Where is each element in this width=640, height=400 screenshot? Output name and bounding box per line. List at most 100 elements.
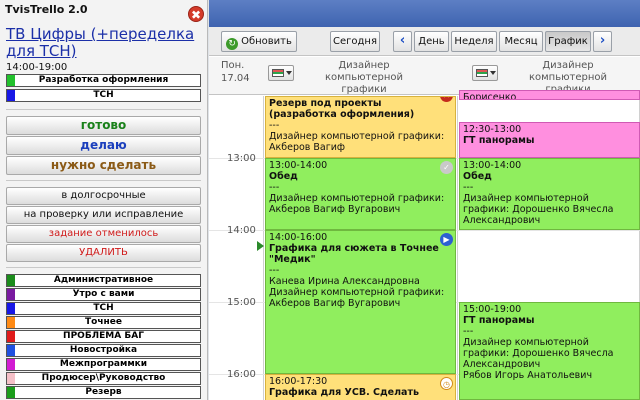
divider — [6, 109, 201, 110]
event-reserve-projects[interactable]: ✕ Резерв под проекты (разработка оформле… — [265, 96, 456, 158]
tag-color-swatch — [7, 75, 15, 86]
current-time-marker — [257, 241, 264, 251]
app-title: TvisTrello 2.0 — [5, 3, 88, 16]
event-assignee: Дизайнер компьютерной графики: Акберов В… — [269, 287, 445, 309]
category-bug[interactable]: ПРОБЛЕМА БАГ — [6, 330, 201, 343]
close-icon[interactable]: ✖ — [188, 6, 204, 22]
day-date: 17.04 — [221, 73, 250, 84]
event-assignee: Дизайнер компьютерной графики: Акберов В… — [269, 131, 445, 153]
column-menu-button[interactable] — [268, 65, 294, 81]
column-menu-icon — [476, 69, 488, 77]
event-title-text: ГТ панорамы — [463, 315, 535, 326]
event-borisenko[interactable]: Борисенко — [459, 90, 640, 100]
event-time: 13:00-14:00 — [463, 160, 522, 171]
schedule-grid: 13:00 14:00 15:00 16:00 ✕ Резерв под про… — [209, 90, 640, 400]
refresh-label: Обновить — [241, 36, 292, 47]
view-week-button[interactable]: Неделя — [451, 31, 497, 52]
divider — [6, 267, 201, 268]
today-button[interactable]: Сегодня — [330, 31, 380, 52]
category-tochnee[interactable]: Точнее — [6, 316, 201, 329]
next-button[interactable]: › — [593, 31, 612, 52]
tag-color-swatch — [7, 90, 15, 101]
play-icon[interactable]: ▶ — [440, 233, 453, 246]
event-time: 15:00-19:00 — [463, 304, 522, 315]
event-graphics-tochnee[interactable]: ▶ 14:00-16:00 Графика для сюжета в Точне… — [265, 230, 456, 374]
category-administrative[interactable]: Административное — [6, 274, 201, 287]
event-separator: --- — [463, 182, 474, 193]
task-title-link[interactable]: ТВ Цифры (+переделка для ТСН) — [6, 26, 206, 60]
time-label: 13:00 — [227, 153, 256, 164]
event-separator: --- — [269, 120, 280, 131]
event-title-text: Обед — [463, 171, 492, 182]
view-month-button[interactable]: Месяц — [499, 31, 543, 52]
status-doing-button[interactable]: делаю — [6, 136, 201, 155]
event-title-text: Графика для УСВ. Сделать — [269, 387, 419, 398]
category-morning-show[interactable]: Утро с вами — [6, 288, 201, 301]
event-author: Канева Ирина Александровна — [269, 276, 420, 287]
event-title: ГТ панорамы — [463, 135, 636, 146]
event-assignee: Борисенко — [463, 92, 517, 100]
status-todo-button[interactable]: нужно сделать — [6, 156, 201, 175]
category-producer[interactable]: Продюсер\Руководство — [6, 372, 201, 385]
event-separator: --- — [463, 326, 474, 337]
task-cancelled-button[interactable]: задание отменилось — [6, 225, 201, 243]
task-tag-tsn: ТСН — [6, 89, 201, 102]
move-long-term-button[interactable]: в долгосрочные — [6, 187, 201, 205]
time-label: 16:00 — [227, 369, 256, 380]
category-color-swatch — [7, 373, 15, 384]
column-header-designer-1: Дизайнер компьютерной графики — [324, 60, 404, 95]
column-divider — [457, 96, 458, 400]
event-lunch-1[interactable]: ✓ 13:00-14:00 Обед --- Дизайнер компьюте… — [265, 158, 456, 230]
time-label: 15:00 — [227, 297, 256, 308]
event-assignee: Дизайнер компьютерной графики: Акберов В… — [269, 193, 445, 215]
event-title-text: ГТ панорамы — [463, 135, 535, 146]
event-time: 12:30-13:00 — [463, 124, 522, 135]
category-label: ПРОБЛЕМА БАГ — [63, 331, 144, 341]
view-schedule-button[interactable]: График — [545, 31, 591, 52]
event-assignee: Дизайнер компьютерной графики: Дорошенко… — [463, 193, 614, 226]
event-author: Рябов Игорь Анатольевич — [463, 370, 593, 381]
category-label: Межпрограммки — [59, 359, 148, 369]
event-graphics-usv[interactable]: ◷ 16:00-17:30 Графика для УСВ. Сделать — [265, 374, 456, 400]
category-color-swatch — [7, 359, 15, 370]
task-detail-panel: TvisTrello 2.0 ✖ ТВ Цифры (+переделка дл… — [0, 0, 208, 400]
event-title: Обед — [269, 171, 452, 182]
event-title-text: Резерв под проекты (разработка оформлени… — [269, 98, 415, 120]
event-separator: --- — [269, 182, 280, 193]
category-label: Точнее — [85, 317, 122, 327]
event-time: 14:00-16:00 — [269, 232, 328, 243]
time-label: 14:00 — [227, 225, 256, 236]
category-novostroyka[interactable]: Новостройка — [6, 344, 201, 357]
chevron-down-icon — [286, 71, 292, 75]
event-title: Графика для УСВ. Сделать — [269, 387, 452, 398]
event-time: 16:00-17:30 — [269, 376, 328, 387]
send-to-review-button[interactable]: на проверку или исправление — [6, 206, 201, 224]
column-menu-button[interactable] — [472, 65, 498, 81]
event-lunch-2[interactable]: 13:00-14:00 Обед --- Дизайнер компьютерн… — [459, 158, 640, 230]
check-icon: ✓ — [440, 161, 453, 174]
event-title-text: Обед — [269, 171, 298, 182]
event-title: Резерв под проекты (разработка оформлени… — [269, 98, 452, 120]
event-time: 13:00-14:00 — [269, 160, 328, 171]
task-time: 14:00-19:00 — [6, 62, 68, 73]
category-reserve[interactable]: Резерв — [6, 386, 201, 399]
event-gt-panoramas-1[interactable]: 12:30-13:00 ГТ панорамы — [459, 122, 640, 158]
event-title: ГТ панорамы — [463, 315, 636, 326]
status-done-button[interactable]: готово — [6, 116, 201, 135]
event-separator: --- — [269, 265, 280, 276]
category-color-swatch — [7, 345, 15, 356]
divider — [6, 180, 201, 181]
category-label: ТСН — [93, 303, 114, 313]
day-name: Пон. — [221, 60, 245, 71]
category-tsn[interactable]: ТСН — [6, 302, 201, 315]
delete-button[interactable]: УДАЛИТЬ — [6, 244, 201, 262]
refresh-button[interactable]: ↻ Обновить — [221, 31, 297, 52]
chevron-down-icon — [490, 71, 496, 75]
tag-label: Разработка оформления — [38, 75, 169, 85]
column-menu-icon — [272, 69, 284, 77]
prev-button[interactable]: ‹ — [393, 31, 412, 52]
category-interprogram[interactable]: Межпрограммки — [6, 358, 201, 371]
category-color-swatch — [7, 303, 15, 314]
view-day-button[interactable]: День — [414, 31, 449, 52]
event-gt-panoramas-2[interactable]: 15:00-19:00 ГТ панорамы --- Дизайнер ком… — [459, 302, 640, 400]
